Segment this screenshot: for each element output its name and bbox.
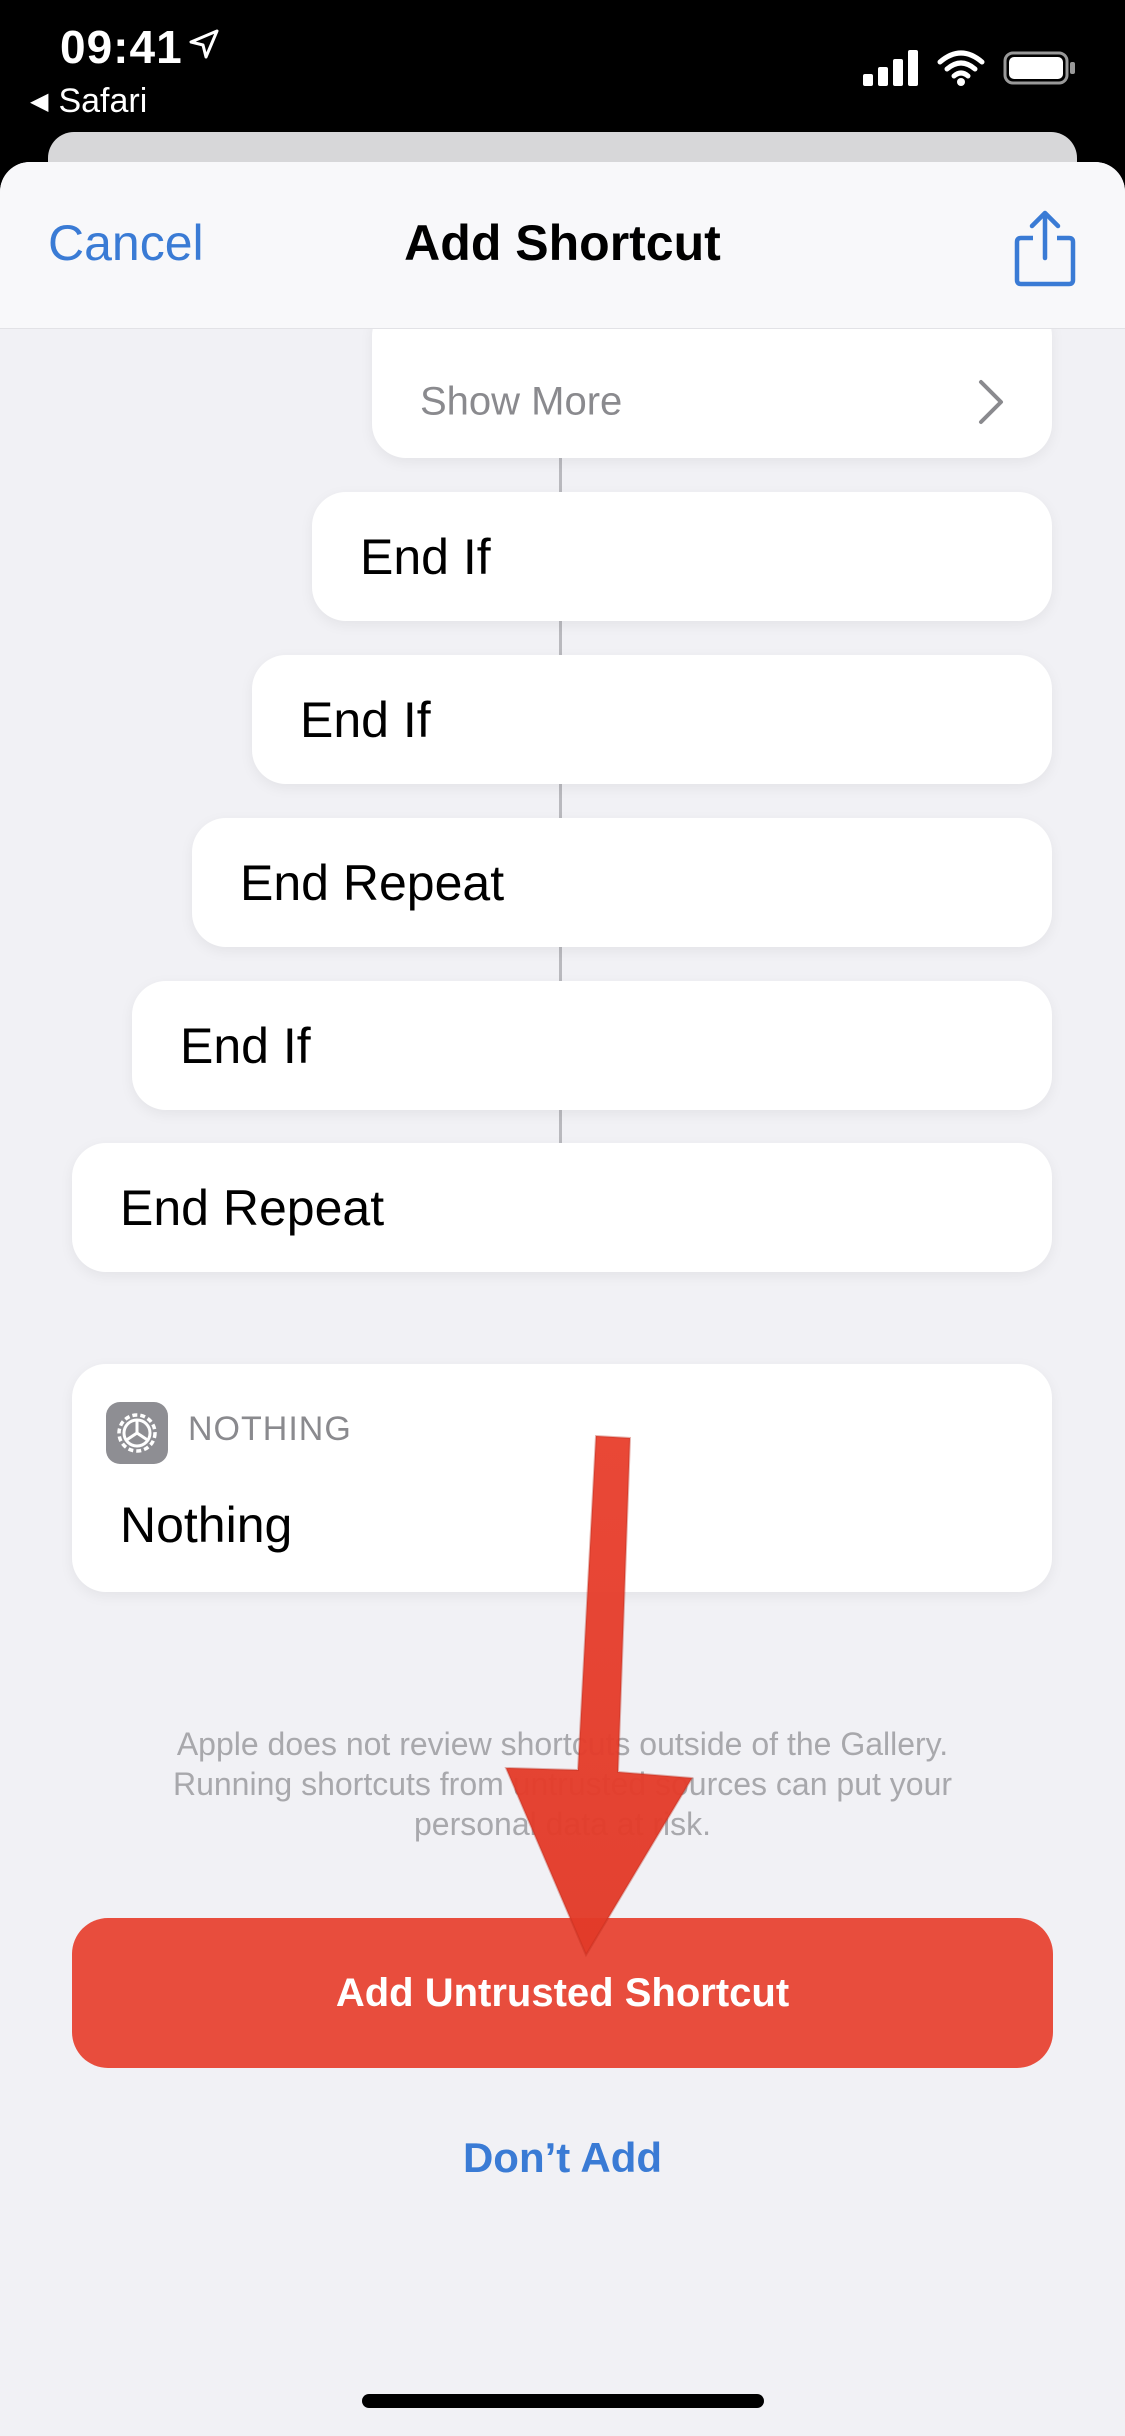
status-indicators [863, 50, 1077, 91]
wifi-icon [937, 50, 985, 91]
dont-add-button[interactable]: Don’t Add [0, 2134, 1125, 2182]
cancel-button[interactable]: Cancel [48, 214, 204, 272]
untrusted-warning-text: Apple does not review shortcuts outside … [100, 1724, 1025, 1844]
nav-bar: Cancel Add Shortcut [0, 162, 1125, 329]
share-icon[interactable] [1013, 208, 1077, 288]
show-more-label: Show More [420, 379, 623, 424]
nothing-action-card[interactable]: NOTHING Nothing [72, 1364, 1052, 1592]
action-card-end-if[interactable]: End If [312, 492, 1052, 621]
action-card-end-if[interactable]: End If [132, 981, 1052, 1110]
add-shortcut-sheet: Cancel Add Shortcut Show More End If End… [0, 162, 1125, 2436]
back-triangle-icon: ◀ [30, 88, 49, 115]
cellular-signal-icon [863, 50, 919, 91]
action-connector [559, 621, 562, 655]
action-title: Nothing [120, 1497, 293, 1553]
back-app-label: Safari [58, 82, 148, 120]
action-connector [559, 784, 562, 818]
action-label: End If [300, 691, 431, 748]
battery-icon [1003, 50, 1077, 91]
add-untrusted-shortcut-button[interactable]: Add Untrusted Shortcut [72, 1918, 1053, 2068]
status-bar: 09:41 ◀ Safari [0, 0, 1125, 140]
warning-line: personal data at risk. [413, 1806, 712, 1842]
gear-icon [106, 1402, 168, 1464]
action-label: End Repeat [120, 1179, 385, 1236]
warning-line: Running shortcuts from untrusted sources… [172, 1766, 953, 1802]
back-to-app-button[interactable]: ◀ Safari [30, 82, 147, 121]
action-label: End If [180, 1017, 311, 1074]
screen: 09:41 ◀ Safari Cancel Add Shortcut Show … [0, 0, 1125, 2436]
action-label: End Repeat [240, 854, 505, 911]
action-card-end-if[interactable]: End If [252, 655, 1052, 784]
action-label: End If [360, 528, 491, 585]
location-arrow-icon [188, 28, 220, 65]
home-indicator [362, 2394, 764, 2408]
action-category-label: NOTHING [188, 1410, 352, 1448]
action-connector [559, 458, 562, 492]
action-card-end-repeat[interactable]: End Repeat [192, 818, 1052, 947]
warning-line: Apple does not review shortcuts outside … [176, 1726, 949, 1762]
add-untrusted-shortcut-label: Add Untrusted Shortcut [335, 1970, 790, 2015]
action-connector [559, 947, 562, 981]
action-card-end-repeat[interactable]: End Repeat [72, 1143, 1052, 1272]
status-time: 09:41 [60, 21, 183, 73]
chevron-right-icon [978, 379, 1004, 425]
